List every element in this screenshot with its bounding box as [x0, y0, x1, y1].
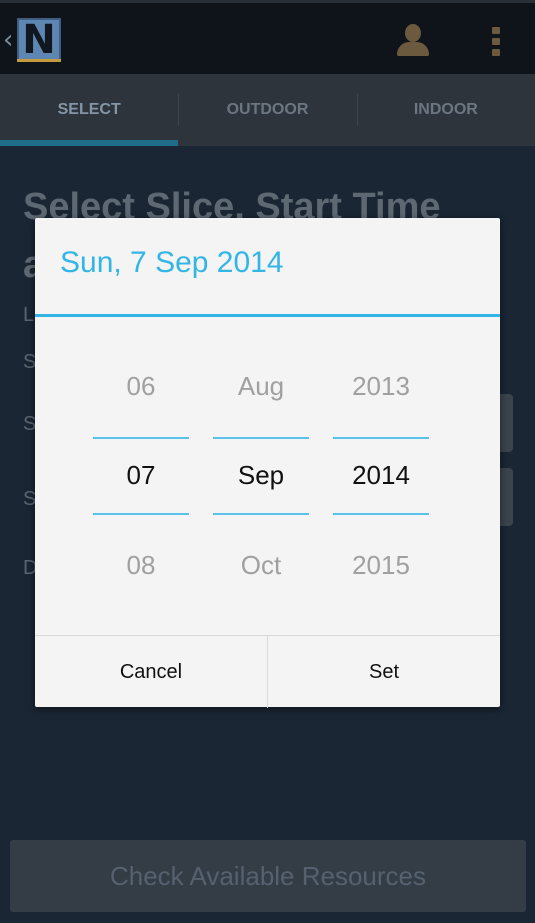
- back-chevron-icon[interactable]: ‹: [3, 25, 13, 55]
- overflow-dot: [492, 27, 500, 34]
- dialog-button-row: Cancel Set: [35, 635, 500, 708]
- day-current[interactable]: 07: [93, 460, 189, 491]
- tab-select[interactable]: SELECT: [0, 74, 179, 146]
- day-picker[interactable]: 06 07 08: [93, 346, 189, 616]
- tab-bar: SELECT OUTDOOR INDOOR: [0, 74, 535, 146]
- date-picker-dialog: Sun, 7 Sep 2014 06 07 08 Aug Sep Oct 201…: [35, 218, 500, 708]
- tab-outdoor[interactable]: OUTDOOR: [178, 74, 356, 146]
- month-next[interactable]: Oct: [213, 550, 309, 581]
- picker-divider: [93, 513, 189, 515]
- day-next[interactable]: 08: [93, 550, 189, 581]
- row-label: L: [23, 304, 35, 326]
- action-bar: ‹ N: [0, 0, 535, 74]
- person-icon[interactable]: [397, 24, 429, 58]
- person-head: [405, 24, 421, 42]
- app-logo[interactable]: N: [17, 18, 61, 62]
- dialog-title: Sun, 7 Sep 2014: [60, 246, 284, 279]
- tab-indoor[interactable]: INDOOR: [356, 74, 535, 146]
- picker-divider: [93, 437, 189, 439]
- start-spinner-edge[interactable]: [499, 468, 513, 526]
- logo-underline: [17, 59, 61, 62]
- month-prev[interactable]: Aug: [213, 371, 309, 402]
- cancel-button[interactable]: Cancel: [35, 636, 267, 708]
- picker-divider: [333, 513, 429, 515]
- picker-divider: [213, 437, 309, 439]
- title-divider: [35, 314, 500, 317]
- month-current[interactable]: Sep: [213, 460, 309, 491]
- person-body: [397, 42, 429, 56]
- slice-spinner-edge[interactable]: [499, 394, 513, 452]
- set-button[interactable]: Set: [267, 636, 500, 708]
- year-next[interactable]: 2015: [333, 550, 429, 581]
- overflow-dot: [492, 38, 500, 45]
- picker-divider: [213, 513, 309, 515]
- year-prev[interactable]: 2013: [333, 371, 429, 402]
- month-picker[interactable]: Aug Sep Oct: [213, 346, 309, 616]
- overflow-dot: [492, 49, 500, 56]
- picker-divider: [333, 437, 429, 439]
- day-prev[interactable]: 06: [93, 371, 189, 402]
- check-available-resources-button[interactable]: Check Available Resources: [10, 840, 526, 912]
- year-current[interactable]: 2014: [333, 460, 429, 491]
- overflow-menu-icon[interactable]: [492, 27, 500, 57]
- year-picker[interactable]: 2013 2014 2015: [333, 346, 429, 616]
